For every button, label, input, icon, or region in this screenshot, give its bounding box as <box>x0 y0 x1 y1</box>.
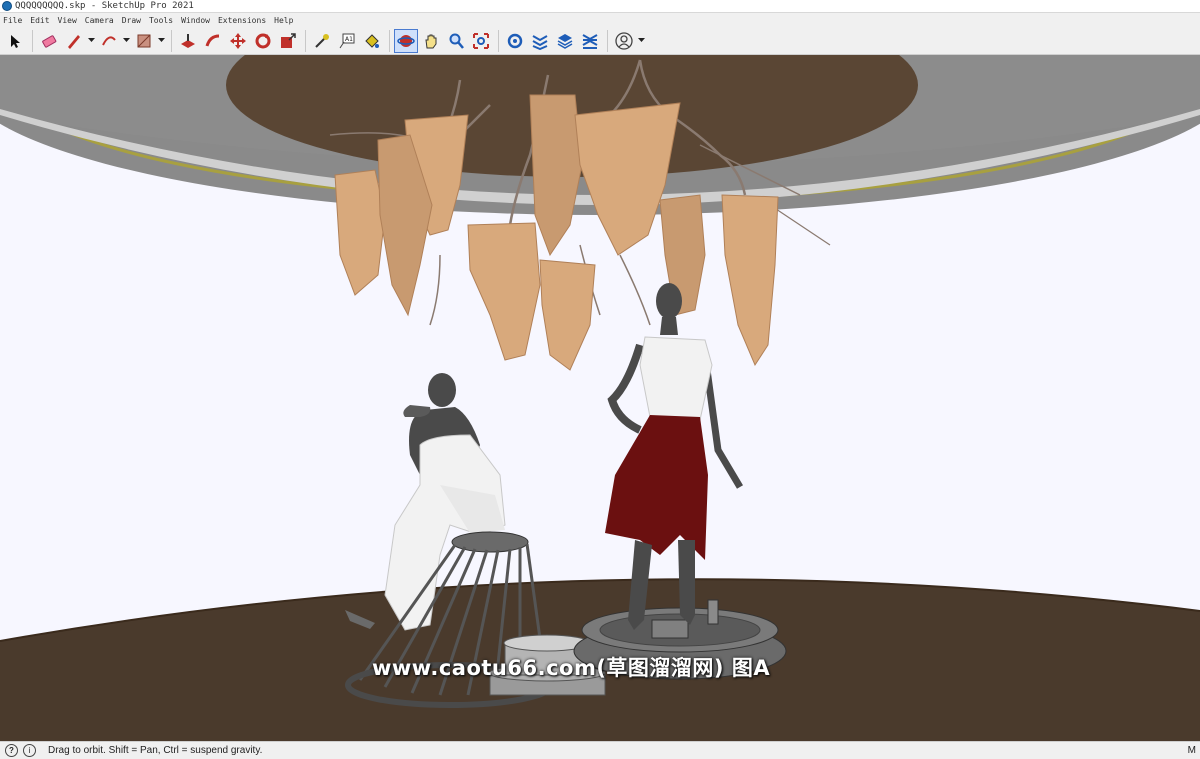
line-tools-dropdown[interactable] <box>87 29 95 53</box>
menu-draw[interactable]: Draw <box>122 16 141 25</box>
account-button[interactable] <box>612 29 636 53</box>
zoom-tool-icon <box>449 33 464 49</box>
menu-bar: File Edit View Camera Draw Tools Window … <box>0 14 1200 27</box>
chevron-down-icon <box>157 38 165 42</box>
extension-manager-icon <box>582 33 598 49</box>
pan-tool-button[interactable] <box>419 29 443 53</box>
layout-send-button[interactable] <box>553 29 577 53</box>
chevron-down-icon <box>87 38 95 42</box>
tape-measure-tool-button[interactable] <box>310 29 334 53</box>
geo-location-icon[interactable]: ? <box>5 744 18 757</box>
arc-tools-dropdown[interactable] <box>122 29 130 53</box>
account-dropdown[interactable] <box>637 29 645 53</box>
pencil-line-tool-icon <box>68 34 80 49</box>
orbit-tool-button[interactable] <box>394 28 418 53</box>
select-tool-button[interactable] <box>3 29 27 53</box>
rotate-tool-icon <box>255 33 271 48</box>
pencil-line-tool-button[interactable] <box>62 29 86 53</box>
eraser-tool-icon <box>42 34 57 48</box>
measurements-label: M <box>1187 745 1196 756</box>
push-pull-tool-button[interactable] <box>176 29 200 53</box>
3d-warehouse-icon <box>507 33 523 48</box>
layout-send-icon <box>557 33 573 49</box>
extension-warehouse-icon <box>532 34 548 50</box>
move-tool-icon <box>230 32 246 49</box>
paint-bucket-tool-button[interactable] <box>360 29 384 53</box>
zoom-extents-tool-icon <box>473 32 489 49</box>
menu-extensions[interactable]: Extensions <box>218 16 266 25</box>
standing-mannequin <box>605 283 744 630</box>
toolbar-separator <box>32 29 33 52</box>
watermark: www.caotu66.com(草图溜溜网) 图A <box>372 656 771 680</box>
window-title: QQQQQQQQQ.skp - SketchUp Pro 2021 <box>15 1 194 11</box>
scale-tool-button[interactable] <box>276 29 300 53</box>
title-bar: QQQQQQQQQ.skp - SketchUp Pro 2021 <box>0 0 1200 13</box>
svg-text:A1: A1 <box>345 36 353 43</box>
main-toolbar: A1 <box>0 27 1200 55</box>
arc-tool-button[interactable] <box>97 29 121 53</box>
shape-tools-dropdown[interactable] <box>157 29 165 53</box>
rotate-tool-button[interactable] <box>251 29 275 53</box>
move-tool-button[interactable] <box>226 29 250 53</box>
paint-bucket-tool-icon <box>365 33 379 48</box>
status-message: Drag to orbit. Shift = Pan, Ctrl = suspe… <box>48 745 263 756</box>
menu-edit[interactable]: Edit <box>30 16 49 25</box>
sketchup-app-icon <box>2 1 12 11</box>
chevron-down-icon <box>637 38 645 42</box>
toolbar-separator <box>607 29 608 52</box>
account-icon <box>615 31 633 50</box>
orbit-tool-icon <box>397 34 415 47</box>
menu-tools[interactable]: Tools <box>149 16 173 25</box>
toolbar-separator <box>389 29 390 52</box>
toolbar-separator <box>171 29 172 52</box>
3d-warehouse-button[interactable] <box>503 29 527 53</box>
arc-tool-icon <box>102 35 116 45</box>
toolbar-separator <box>498 29 499 52</box>
zoom-tool-button[interactable] <box>444 29 468 53</box>
model-viewport[interactable] <box>0 55 1200 741</box>
text-tool-button[interactable]: A1 <box>335 29 359 53</box>
select-tool-icon <box>11 34 20 48</box>
scale-tool-icon <box>281 32 296 48</box>
eraser-tool-button[interactable] <box>37 29 61 53</box>
status-bar: ? i Drag to orbit. Shift = Pan, Ctrl = s… <box>0 741 1200 759</box>
rectangle-tool-button[interactable] <box>132 29 156 53</box>
follow-me-tool-button[interactable] <box>201 29 225 53</box>
menu-window[interactable]: Window <box>181 16 210 25</box>
toolbar-separator <box>305 29 306 52</box>
menu-help[interactable]: Help <box>274 16 293 25</box>
follow-me-tool-icon <box>205 34 220 46</box>
tape-measure-tool-icon <box>315 33 329 48</box>
extension-warehouse-button[interactable] <box>528 29 552 53</box>
info-icon[interactable]: i <box>23 744 36 757</box>
scene-render <box>0 55 1200 741</box>
menu-view[interactable]: View <box>58 16 77 25</box>
extension-manager-button[interactable] <box>578 29 602 53</box>
menu-file[interactable]: File <box>3 16 22 25</box>
zoom-extents-tool-button[interactable] <box>469 29 493 53</box>
pan-tool-icon <box>425 34 437 48</box>
push-pull-tool-icon <box>181 33 195 48</box>
chevron-down-icon <box>122 38 130 42</box>
menu-camera[interactable]: Camera <box>85 16 114 25</box>
rectangle-tool-icon <box>137 34 151 47</box>
text-tool-icon: A1 <box>339 33 355 48</box>
